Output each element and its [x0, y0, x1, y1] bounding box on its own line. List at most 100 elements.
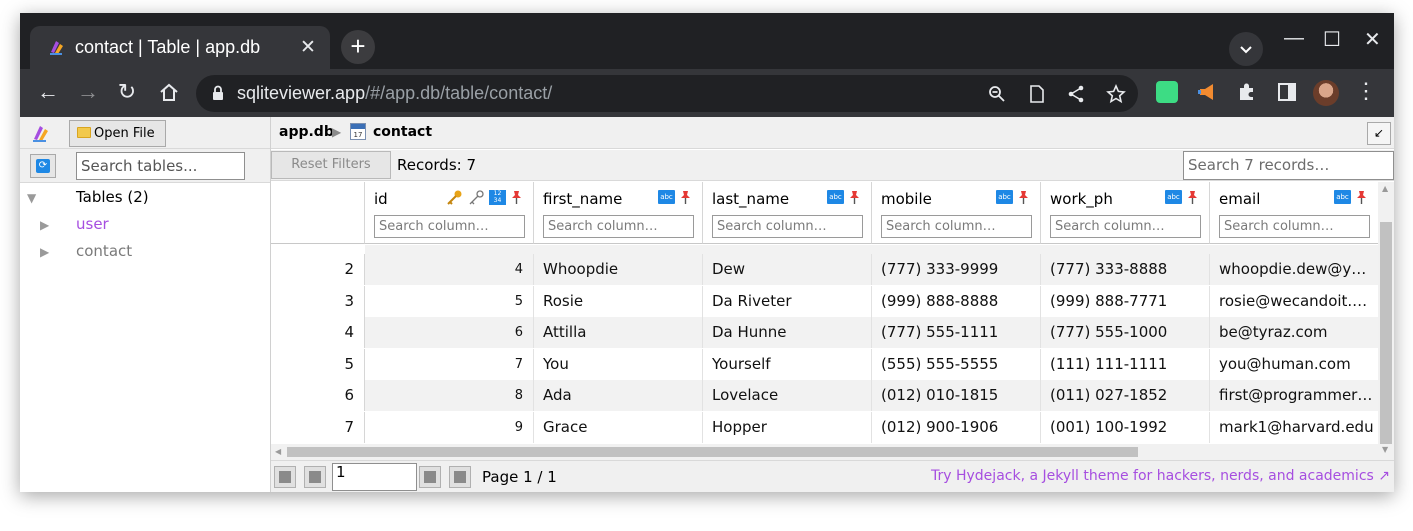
cell-id[interactable]: 6 [365, 317, 534, 348]
menu-kebab-icon[interactable]: ⋮ [1353, 78, 1379, 104]
cell-work-ph[interactable]: (777) 555-1000 [1041, 317, 1210, 348]
cell-first-name[interactable]: Whoopdie [534, 254, 703, 285]
cell-last-name[interactable]: Da Riveter [703, 285, 872, 317]
vertical-scroll-thumb[interactable] [1380, 222, 1392, 444]
cell-email[interactable]: be@tyraz.com [1210, 317, 1378, 348]
cell-last-name[interactable]: Hopper [703, 411, 872, 443]
address-bar[interactable]: sqliteviewer.app/#/app.db/table/contact/ [196, 75, 1138, 112]
cell-id[interactable]: 4 [365, 254, 534, 285]
extension-megaphone-icon[interactable] [1196, 81, 1218, 103]
table-row[interactable]: 2 4 Whoopdie Dew (777) 333-9999 (777) 333-888… [271, 254, 1378, 285]
new-tab-button[interactable]: + [341, 30, 375, 64]
column-name[interactable]: email [1219, 190, 1260, 208]
close-tab-icon[interactable]: ✕ [300, 36, 316, 59]
pin-icon[interactable] [509, 190, 523, 205]
cell-work-ph[interactable]: (001) 100-1992 [1041, 411, 1210, 443]
horizontal-scroll-thumb[interactable] [287, 447, 1138, 457]
tree-collapsed-icon[interactable]: ▶ [40, 245, 49, 259]
column-search-input[interactable]: Search column… [712, 215, 863, 238]
column-search-input[interactable]: Search column… [543, 215, 694, 238]
cell-first-name[interactable]: Ada [534, 380, 703, 411]
first-page-button[interactable] [274, 466, 296, 488]
cell-mobile[interactable]: (012) 010-1815 [872, 380, 1041, 411]
pin-icon[interactable] [1354, 190, 1368, 205]
last-page-button[interactable] [449, 466, 471, 488]
record-search-input[interactable]: Search 7 records… [1183, 151, 1394, 180]
cell-work-ph[interactable]: (999) 888-7771 [1041, 285, 1210, 317]
back-arrow-icon[interactable]: ← [35, 79, 61, 105]
column-header-mobile[interactable]: mobile abc Search column… [872, 182, 1041, 244]
cell-first-name[interactable]: Rosie [534, 285, 703, 317]
home-icon[interactable] [156, 82, 182, 104]
column-search-input[interactable]: Search column… [881, 215, 1032, 238]
refresh-button[interactable]: ⟳ [30, 154, 56, 178]
tab-search-button[interactable] [1229, 32, 1263, 66]
cell-first-name[interactable]: Grace [534, 411, 703, 443]
cell-mobile[interactable]: (012) 900-1906 [872, 411, 1041, 443]
scroll-down-icon[interactable]: ▼ [1382, 445, 1388, 454]
table-search-input[interactable]: Search tables... [76, 152, 245, 180]
bookmark-star-icon[interactable] [1106, 84, 1126, 104]
cell-mobile[interactable]: (777) 333-9999 [872, 254, 1041, 285]
share-icon[interactable] [1067, 85, 1085, 103]
sidebar-item-contact[interactable]: contact [76, 242, 132, 260]
url-text[interactable]: sqliteviewer.app/#/app.db/table/contact/ [237, 83, 552, 104]
cell-mobile[interactable]: (777) 555-1111 [872, 317, 1041, 348]
tree-collapsed-icon[interactable]: ▶ [40, 218, 49, 232]
forward-arrow-icon[interactable]: → [75, 79, 101, 105]
column-search-input[interactable]: Search column… [1219, 215, 1370, 238]
column-header-id[interactable]: id 12 34 Search column… [365, 182, 534, 244]
pin-icon[interactable] [1185, 190, 1199, 205]
column-name[interactable]: id [374, 190, 388, 208]
column-header-last-name[interactable]: last_name abc Search column… [703, 182, 872, 244]
cell-first-name[interactable]: Attilla [534, 317, 703, 348]
column-search-input[interactable]: Search column… [1050, 215, 1201, 238]
column-name[interactable]: first_name [543, 190, 622, 208]
prev-page-button[interactable] [304, 466, 326, 488]
extension-green-icon[interactable] [1156, 81, 1178, 103]
promo-link[interactable]: Try Hydejack, a Jekyll theme for hackers… [931, 468, 1390, 484]
profile-avatar[interactable] [1313, 80, 1339, 106]
breadcrumb-db[interactable]: app.db [279, 124, 334, 140]
column-header-email[interactable]: email abc Search column… [1210, 182, 1378, 244]
extensions-puzzle-icon[interactable] [1236, 81, 1258, 103]
pin-icon[interactable] [847, 190, 861, 205]
reload-icon[interactable]: ↻ [114, 79, 140, 105]
next-page-button[interactable] [419, 466, 441, 488]
cell-email[interactable]: rosie@wecandoit.… [1210, 286, 1378, 317]
pin-icon[interactable] [678, 190, 692, 205]
cell-id[interactable]: 8 [365, 380, 534, 411]
sidebar-item-user[interactable]: user [76, 215, 109, 233]
cell-work-ph[interactable]: (777) 333-8888 [1041, 254, 1210, 285]
scroll-up-icon[interactable]: ▲ [1382, 184, 1388, 193]
reset-filters-button[interactable]: Reset Filters [271, 151, 391, 179]
cell-email[interactable]: mark1@harvard.edu [1210, 412, 1378, 443]
table-row[interactable]: 4 6 Attilla Da Hunne (777) 555-1111 (777) 555… [271, 317, 1378, 348]
column-name[interactable]: last_name [712, 190, 789, 208]
table-row[interactable]: 7 9 Grace Hopper (012) 900-1906 (001) 100-199… [271, 411, 1378, 443]
close-window-button[interactable]: ✕ [1364, 27, 1381, 52]
table-row[interactable]: 5 7 You Yourself (555) 555-5555 (111) 111-111… [271, 348, 1378, 380]
column-name[interactable]: mobile [881, 190, 932, 208]
open-file-button[interactable]: Open File [69, 120, 166, 147]
cell-email[interactable]: you@human.com [1210, 349, 1378, 380]
column-header-first-name[interactable]: first_name abc Search column… [534, 182, 703, 244]
cell-last-name[interactable]: Da Hunne [703, 317, 872, 348]
cell-id[interactable]: 9 [365, 411, 534, 443]
zoom-icon[interactable] [988, 85, 1006, 103]
cell-email[interactable]: whoopdie.dew@y… [1210, 254, 1378, 285]
column-name[interactable]: work_ph [1050, 190, 1113, 208]
horizontal-scrollbar[interactable]: ◀ [271, 444, 1378, 460]
scroll-left-icon[interactable]: ◀ [275, 447, 281, 456]
page-icon[interactable] [1029, 85, 1045, 103]
cell-email[interactable]: first@programmer… [1210, 380, 1378, 411]
browser-tab[interactable]: contact | Table | app.db ✕ [30, 26, 330, 69]
lock-icon[interactable] [212, 85, 224, 101]
cell-last-name[interactable]: Yourself [703, 348, 872, 380]
cell-work-ph[interactable]: (011) 027-1852 [1041, 380, 1210, 411]
pin-icon[interactable] [1016, 190, 1030, 205]
column-search-input[interactable]: Search column… [374, 215, 525, 238]
cell-id[interactable]: 7 [365, 348, 534, 380]
cell-last-name[interactable]: Lovelace [703, 380, 872, 411]
cell-last-name[interactable]: Dew [703, 254, 872, 285]
